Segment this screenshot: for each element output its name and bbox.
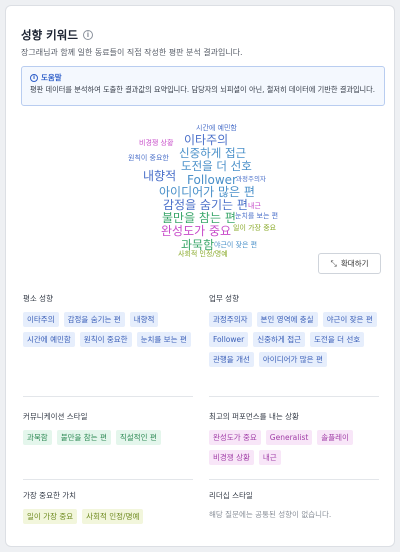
divider: [23, 396, 193, 397]
keyword-tag: 솔플레이: [317, 430, 353, 445]
cloud-word: 일이 가장 중요: [233, 224, 277, 232]
keyword-tag: 아이디어가 많은 편: [258, 352, 327, 367]
section-best-performance: 최고의 퍼포먼스를 내는 상황 완성도가 중요 Generalist 솔플레이 …: [209, 411, 379, 465]
expand-button[interactable]: ⤡ 확대하기: [318, 253, 381, 274]
keyword-tag: 야근이 잦은 편: [322, 312, 377, 327]
keyword-tag: 신중하게 접근: [253, 332, 306, 347]
keyword-tag: 관행을 개선: [209, 352, 254, 367]
tag-list: 과정주의자 본인 영역에 충실 야근이 잦은 편 Follower 신중하게 접…: [209, 312, 379, 367]
section-title: 커뮤니케이션 스타일: [23, 412, 88, 421]
keyword-tag: 원칙이 중요한: [79, 332, 132, 347]
keyword-tag: 불만을 참는 편: [56, 430, 111, 445]
cloud-word: 야근이 잦은 편: [214, 241, 258, 249]
cloud-word: 신중하게 접근: [179, 146, 247, 160]
cloud-word: 아이디어가 많은 편: [159, 185, 255, 199]
tag-list: 일이 가장 중요 사회적 인정/명예: [23, 509, 193, 524]
keyword-tag: 내향적: [129, 312, 159, 327]
keyword-tag: 내근: [258, 450, 281, 465]
cloud-word: 원칙이 중요한: [128, 154, 169, 162]
expand-icon: ⤡: [330, 258, 337, 268]
word-cloud: 시간에 예민함 비경쟁 상황 이타주의 원칙이 중요한 신중하게 접근 도전을 …: [6, 6, 396, 276]
divider: [209, 479, 379, 480]
expand-button-label: 확대하기: [340, 259, 369, 268]
cloud-word: 비경쟁 상황: [139, 139, 174, 147]
section-usual-tendency: 평소 성향 이타주의 감정을 숨기는 편 내향적 시간에 예민함 원칙이 중요한…: [23, 293, 193, 347]
section-title: 리더십 스타일: [209, 491, 253, 500]
empty-message: 해당 질문에는 공통된 성향이 없습니다.: [209, 510, 332, 519]
keyword-tag: 과묵함: [23, 430, 52, 445]
section-core-values: 가장 중요한 가치 일이 가장 중요 사회적 인정/명예: [23, 490, 193, 524]
cloud-word: 사회적 인정/명예: [178, 250, 228, 258]
section-title: 가장 중요한 가치: [23, 491, 77, 500]
section-title: 평소 성향: [23, 294, 53, 303]
keyword-tag: 일이 가장 중요: [23, 509, 78, 524]
keyword-tag: 이타주의: [23, 312, 59, 327]
keyword-tag: 도전을 더 선호: [310, 332, 365, 347]
keyword-tag: 비경쟁 상황: [209, 450, 254, 465]
keyword-tag: 눈치를 보는 편: [136, 332, 191, 347]
cloud-word: 눈치를 보는 편: [235, 212, 279, 220]
cloud-word: 불만을 참는 편: [162, 211, 236, 225]
section-leadership-style: 리더십 스타일 해당 질문에는 공통된 성향이 없습니다.: [209, 490, 379, 520]
section-title: 업무 성향: [209, 294, 239, 303]
cloud-word: 완성도가 중요: [161, 224, 232, 238]
keyword-tag: 과정주의자: [209, 312, 252, 327]
section-title: 최고의 퍼포먼스를 내는 상황: [209, 412, 299, 421]
tag-list: 완성도가 중요 Generalist 솔플레이 비경쟁 상황 내근: [209, 430, 379, 465]
keyword-tag: 시간에 예민함: [23, 332, 75, 347]
cloud-word: 과정주의자: [236, 175, 266, 183]
tag-list: 이타주의 감정을 숨기는 편 내향적 시간에 예민함 원칙이 중요한 눈치를 보…: [23, 312, 193, 347]
keyword-tag: 감정을 숨기는 편: [63, 312, 125, 327]
keyword-tag: 완성도가 중요: [209, 430, 261, 445]
section-work-tendency: 업무 성향 과정주의자 본인 영역에 충실 야근이 잦은 편 Follower …: [209, 293, 379, 367]
cloud-word: 내향적: [143, 169, 177, 183]
cloud-word: 감정을 숨기는 편: [163, 198, 248, 212]
cloud-word: 내근: [248, 202, 261, 210]
divider: [209, 396, 379, 397]
tag-list: 과묵함 불만을 참는 편 직설적인 편: [23, 430, 193, 445]
divider: [23, 479, 193, 480]
keyword-tag: 직설적인 편: [115, 430, 161, 445]
keyword-tag: 사회적 인정/명예: [82, 509, 144, 524]
keyword-tag: Follower: [209, 332, 249, 347]
cloud-word: 도전을 더 선호: [181, 159, 252, 173]
section-communication-style: 커뮤니케이션 스타일 과묵함 불만을 참는 편 직설적인 편: [23, 411, 193, 445]
cloud-word: 시간에 예민함: [196, 124, 237, 132]
cloud-word: 이타주의: [184, 133, 229, 147]
keyword-tag: 본인 영역에 충실: [256, 312, 318, 327]
keyword-card: 성향 키워드 i 장그래님과 함께 일한 동료들이 직접 작성한 평판 분석 결…: [5, 5, 395, 547]
keyword-tag: Generalist: [265, 430, 313, 445]
